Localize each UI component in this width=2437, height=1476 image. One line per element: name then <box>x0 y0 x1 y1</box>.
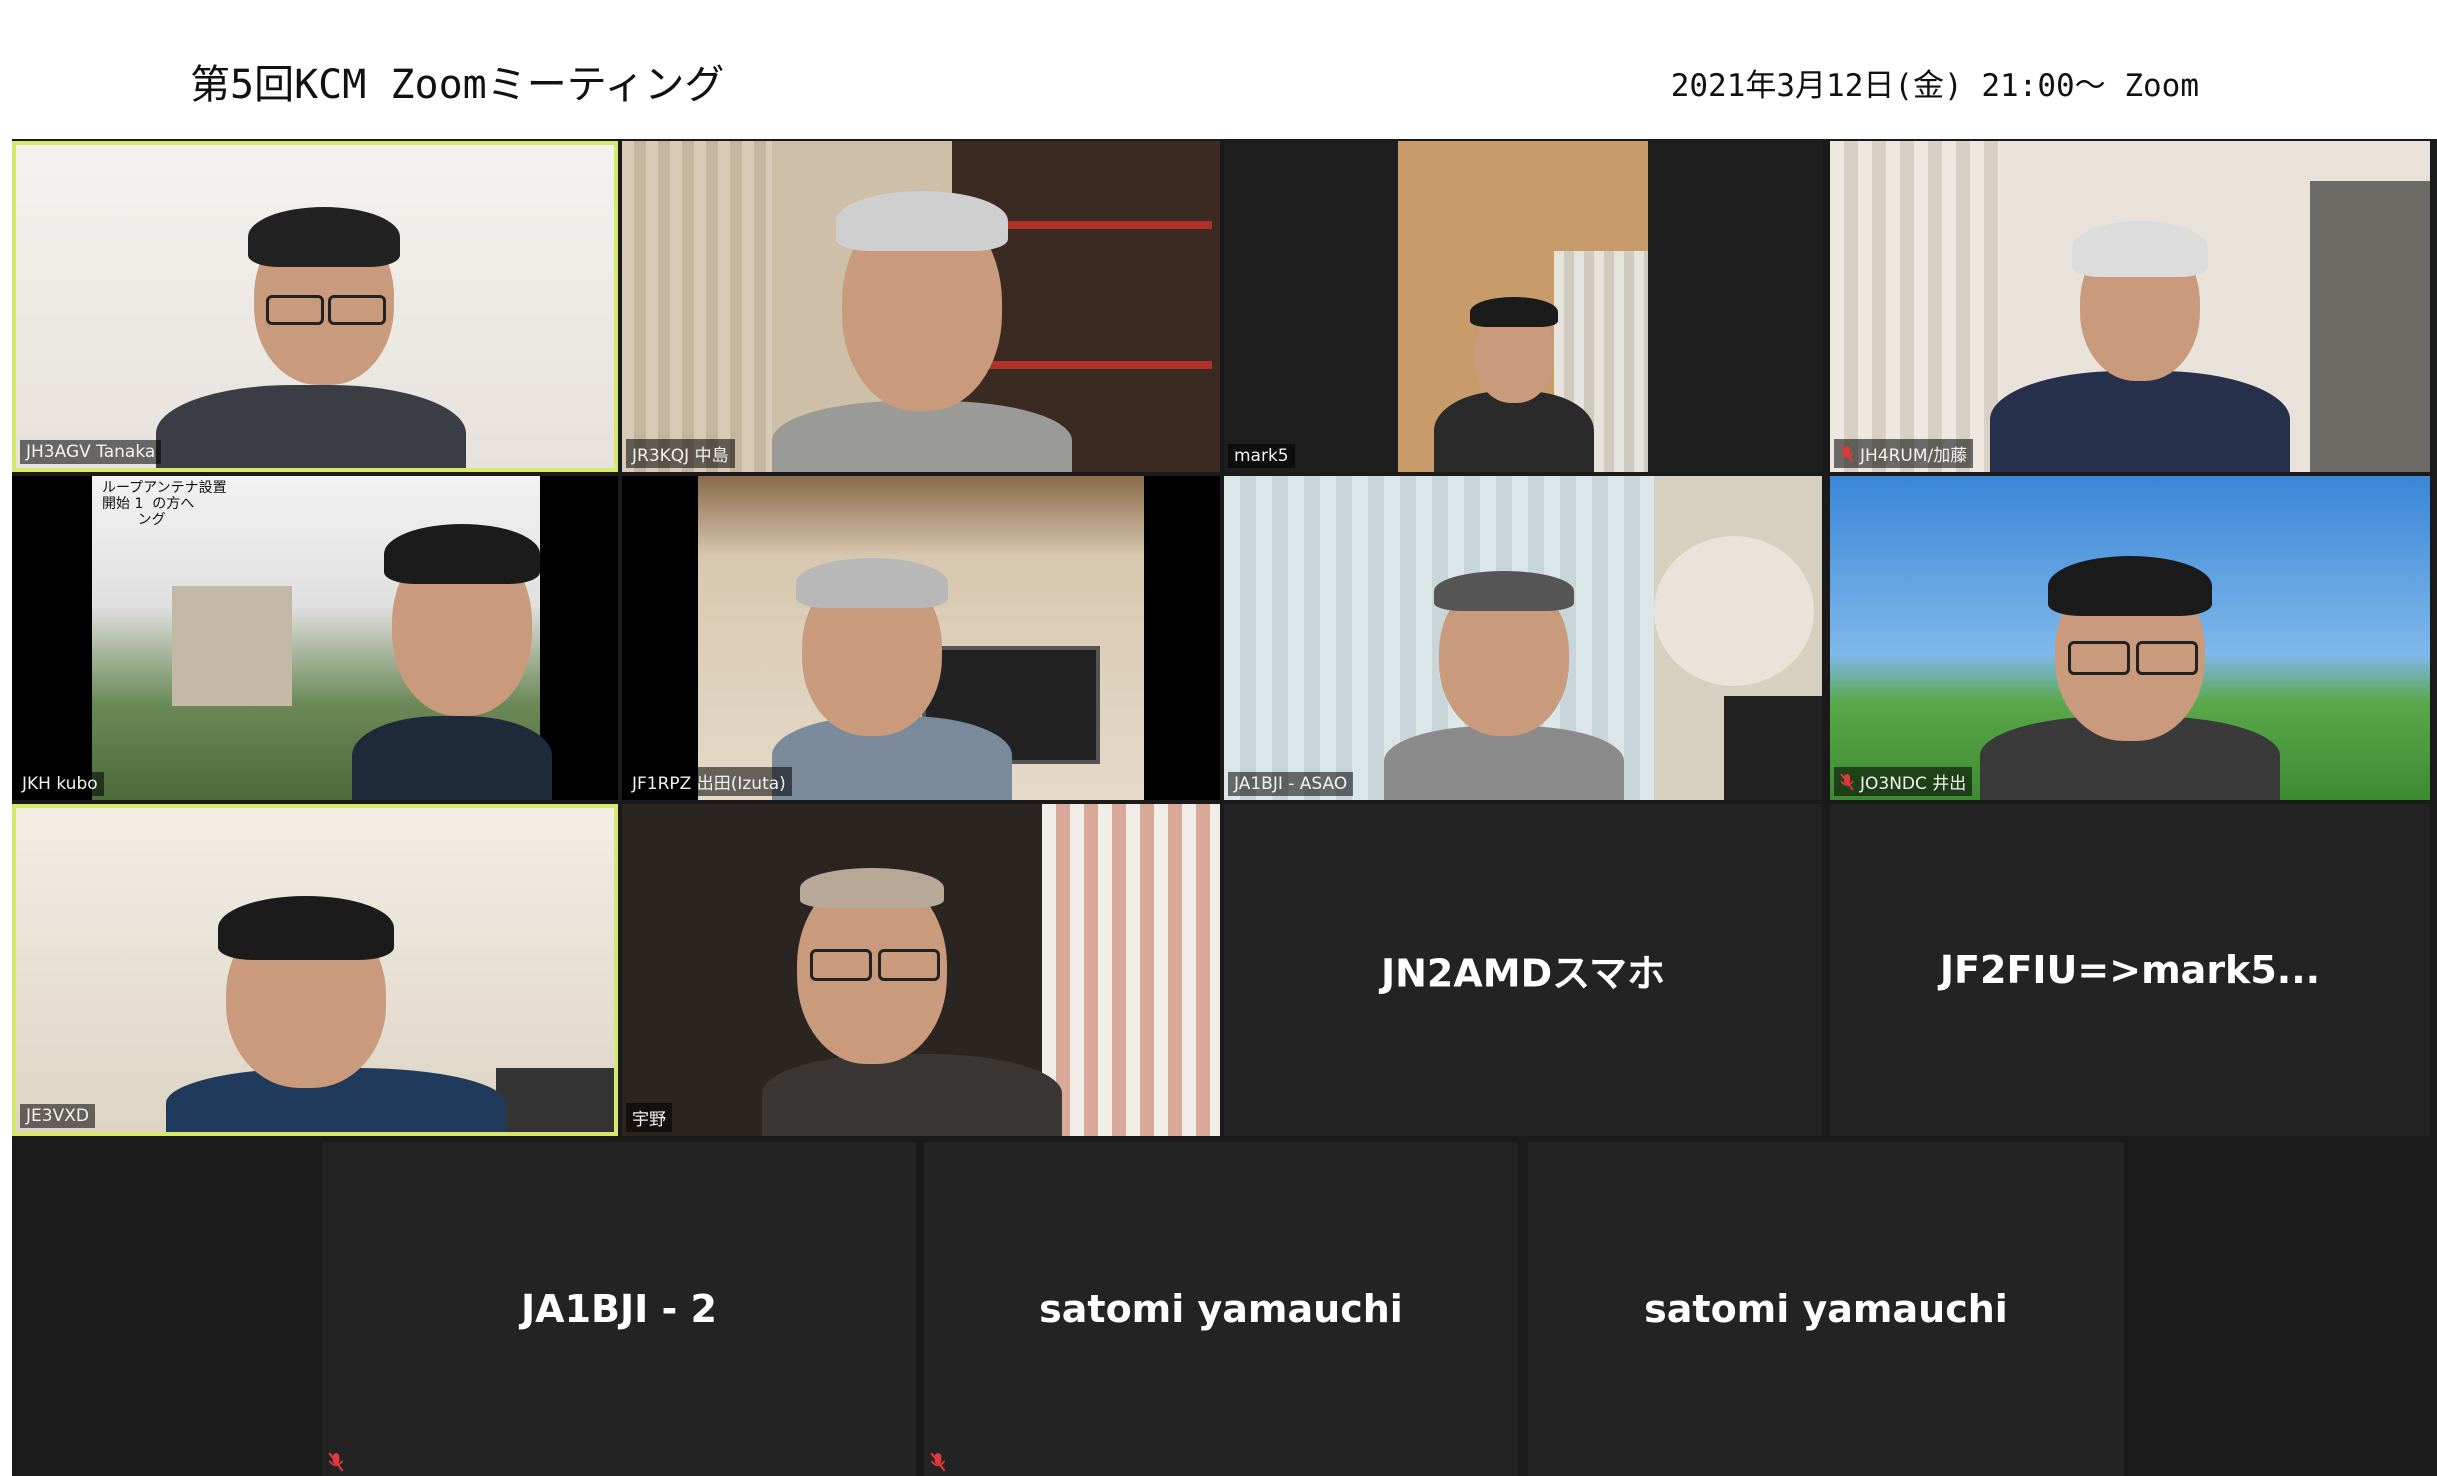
microphone-muted-icon <box>1840 772 1854 791</box>
participant-name-tag: JA1BJI - ASAO <box>1228 772 1354 796</box>
participant-name-tag: JH3AGV Tanaka <box>20 440 162 464</box>
participant-video <box>1830 141 2430 472</box>
video-overlay-text: ループアンテナ設置 開始 1 の方へ ング <box>102 480 227 528</box>
participant-name-tag: JO3NDC 井出 <box>1834 767 1973 796</box>
participant-display-name: JF2FIU=>mark5... <box>1939 948 2321 992</box>
participant-tile[interactable]: ループアンテナ設置 開始 1 の方へ ング JKH kubo <box>12 476 618 800</box>
participant-name-tag: 宇野 <box>626 1103 672 1132</box>
participant-video <box>622 476 1220 800</box>
microphone-muted-icon <box>930 1452 946 1472</box>
participant-display-name: satomi yamauchi <box>1644 1287 2008 1331</box>
participant-tile[interactable]: satomi yamauchi <box>924 1142 1518 1476</box>
participant-video <box>16 808 614 1132</box>
participant-name-tag: JKH kubo <box>16 772 104 796</box>
participant-display-name: satomi yamauchi <box>1039 1287 1403 1331</box>
participant-video <box>622 804 1220 1136</box>
participant-display-name: JA1BJI - 2 <box>521 1287 717 1331</box>
participant-name-tag: JR3KQJ 中島 <box>626 439 735 468</box>
participant-tile[interactable]: JR3KQJ 中島 <box>622 141 1220 472</box>
participant-video <box>16 145 614 468</box>
participant-tile[interactable]: satomi yamauchi <box>1528 1142 2124 1476</box>
participant-tile[interactable]: JA1BJI - ASAO <box>1224 476 1822 800</box>
participant-tile[interactable]: mark5 <box>1224 141 1822 472</box>
participant-tile[interactable]: JF1RPZ 出田(Izuta) <box>622 476 1220 800</box>
microphone-muted-icon <box>328 1452 344 1472</box>
participant-video <box>1224 141 1822 472</box>
participant-video <box>1830 476 2430 800</box>
participant-tile[interactable]: JN2AMDスマホ <box>1224 804 1822 1136</box>
participant-display-name: JN2AMDスマホ <box>1380 951 1665 996</box>
participant-tile[interactable]: JF2FIU=>mark5... <box>1830 804 2430 1136</box>
meeting-date: 2021年3月12日(金) 21:00～ Zoom <box>1670 68 2199 104</box>
participant-video: ループアンテナ設置 開始 1 の方へ ング <box>12 476 618 800</box>
participant-name-tag: mark5 <box>1228 444 1295 468</box>
participant-name-tag: JE3VXD <box>20 1104 95 1128</box>
participant-tile[interactable]: JO3NDC 井出 <box>1830 476 2430 800</box>
participant-tile[interactable]: JE3VXD <box>12 804 618 1136</box>
participant-tile[interactable]: JH3AGV Tanaka <box>12 141 618 472</box>
participant-tile[interactable]: JH4RUM/加藤 <box>1830 141 2430 472</box>
participant-name-tag: JH4RUM/加藤 <box>1834 439 1974 468</box>
participant-video <box>1224 476 1822 800</box>
participant-video <box>622 141 1220 472</box>
participant-tile[interactable]: 宇野 <box>622 804 1220 1136</box>
participant-tile[interactable]: JA1BJI - 2 <box>322 1142 916 1476</box>
participant-name-tag: JF1RPZ 出田(Izuta) <box>626 767 792 796</box>
page-title: 第5回KCM Zoomミーティング <box>190 62 725 108</box>
microphone-muted-icon <box>1840 444 1854 463</box>
